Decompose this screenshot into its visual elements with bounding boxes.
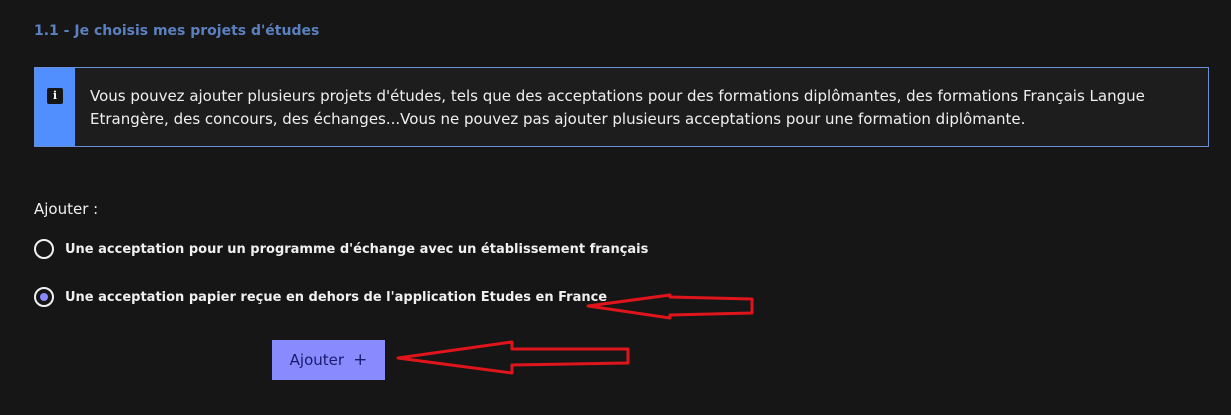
annotation-arrows	[396, 293, 754, 375]
radio-option-exchange-label: Une acceptation pour un programme d'écha…	[65, 241, 649, 257]
add-section-label: Ajouter :	[34, 200, 99, 218]
radio-option-paper[interactable]: Une acceptation papier reçue en dehors d…	[34, 284, 607, 310]
info-text: Vous pouvez ajouter plusieurs projets d'…	[90, 87, 1145, 128]
add-button[interactable]: Ajouter +	[272, 340, 385, 380]
plus-icon: +	[353, 349, 368, 370]
red-arrow-icon	[396, 340, 630, 375]
info-notice: i Vous pouvez ajouter plusieurs projets …	[34, 67, 1209, 147]
add-button-label: Ajouter	[289, 351, 345, 369]
radio-exchange[interactable]	[34, 239, 54, 259]
info-stripe: i	[35, 68, 75, 146]
radio-option-paper-label: Une acceptation papier reçue en dehors d…	[65, 289, 608, 305]
radio-paper[interactable]	[34, 287, 54, 307]
radio-option-exchange[interactable]: Une acceptation pour un programme d'écha…	[34, 236, 648, 262]
section-title: 1.1 - Je choisis mes projets d'études	[34, 23, 320, 39]
info-icon: i	[47, 88, 63, 104]
red-arrow-icon	[586, 293, 754, 320]
